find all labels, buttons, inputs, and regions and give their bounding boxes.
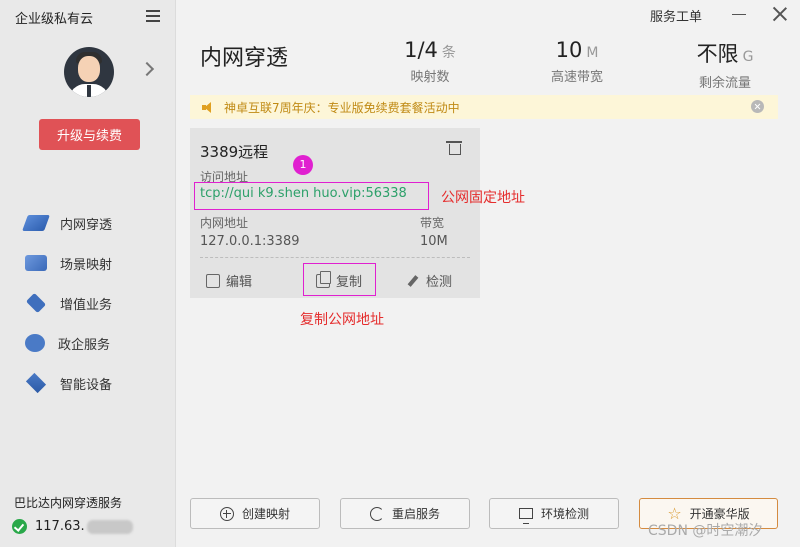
mapping-title: 3389远程 <box>200 143 269 161</box>
test-label: 检测 <box>426 275 453 290</box>
highlight-box-address <box>194 182 429 210</box>
monitor-icon <box>518 508 533 524</box>
annotation-copy-public: 复制公网地址 <box>300 312 384 328</box>
sidebar-item-label: 智能设备 <box>60 377 113 393</box>
stat-unit: M <box>586 45 599 61</box>
sidebar: 企业级私有云 升级与续费 内网穿透 场景映射 增值业务 政企服务 智能设备 巴比… <box>0 0 176 547</box>
cube-icon <box>25 372 47 394</box>
divider <box>200 257 470 258</box>
watermark: CSDN @时空潮汐 <box>648 523 763 539</box>
sidebar-item-value-added[interactable]: 增值业务 <box>0 283 176 323</box>
notice-text: 神卓互联7周年庆：专业版免续费套餐活动中 <box>224 100 460 115</box>
title-bar: 服务工单 <box>176 0 800 30</box>
create-mapping-button[interactable]: 创建映射 <box>190 498 320 529</box>
promo-notice: 神卓互联7周年庆：专业版免续费套餐活动中 <box>190 95 778 119</box>
star-icon: ☆ <box>667 503 682 523</box>
stat-value: 不限 <box>696 42 739 66</box>
highlight-box-copy <box>303 263 376 296</box>
annotation-public-fixed: 公网固定地址 <box>441 190 525 206</box>
stat-unit: G <box>742 49 754 65</box>
service-status: 117.63. <box>12 519 133 534</box>
sidebar-item-enterprise[interactable]: 政企服务 <box>0 323 176 363</box>
restart-icon <box>369 506 384 521</box>
ip-address: 117.63. <box>35 519 85 534</box>
edit-label: 编辑 <box>226 275 253 290</box>
notice-close-icon[interactable] <box>751 100 764 113</box>
menu-icon[interactable] <box>146 10 160 22</box>
internal-address-label: 内网地址 <box>200 216 249 230</box>
sidebar-nav: 内网穿透 场景映射 增值业务 政企服务 智能设备 <box>0 203 176 403</box>
stat-label: 高速带宽 <box>550 70 603 85</box>
trash-icon[interactable] <box>446 139 462 155</box>
restart-service-label: 重启服务 <box>391 507 440 521</box>
probe-icon <box>406 274 420 288</box>
step-marker: 1 <box>293 155 313 175</box>
internal-address: 127.0.0.1:3389 <box>200 234 300 249</box>
ip-redaction <box>86 519 133 534</box>
stat-traffic: 不限 G 剩余流量 <box>685 38 765 91</box>
network-icon <box>22 215 50 231</box>
avatar[interactable] <box>64 47 114 97</box>
stat-label: 映射数 <box>410 70 450 85</box>
sidebar-item-smart-device[interactable]: 智能设备 <box>0 363 176 403</box>
chevron-right-icon[interactable] <box>139 61 155 77</box>
sidebar-item-label: 场景映射 <box>60 257 113 273</box>
brand-title: 企业级私有云 <box>15 12 94 27</box>
diamond-icon <box>25 292 47 314</box>
bandwidth-value: 10M <box>420 234 448 249</box>
check-circle-icon <box>12 519 27 534</box>
test-button[interactable]: 检测 <box>406 271 452 290</box>
sidebar-item-label: 政企服务 <box>58 337 111 353</box>
page-title: 内网穿透 <box>200 46 289 71</box>
stat-label: 剩余流量 <box>698 76 751 91</box>
close-icon[interactable] <box>772 6 788 22</box>
sidebar-item-scene-mapping[interactable]: 场景映射 <box>0 243 176 283</box>
stat-value: 1/4 <box>404 38 438 62</box>
stat-bandwidth: 10 M 高速带宽 <box>540 38 614 85</box>
plus-circle-icon <box>219 506 234 521</box>
restart-service-button[interactable]: 重启服务 <box>340 498 470 529</box>
bandwidth-label: 带宽 <box>420 216 445 230</box>
create-mapping-label: 创建映射 <box>241 507 290 521</box>
mapping-icon <box>25 255 47 271</box>
sidebar-item-label: 内网穿透 <box>60 217 113 233</box>
env-check-button[interactable]: 环境检测 <box>489 498 619 529</box>
service-order-link[interactable]: 服务工单 <box>650 6 702 25</box>
upgrade-renew-button[interactable]: 升级与续费 <box>39 119 140 150</box>
stat-value: 10 <box>555 38 583 62</box>
router-icon <box>25 334 45 352</box>
edit-button[interactable]: 编辑 <box>206 271 252 290</box>
stat-unit: 条 <box>441 45 456 61</box>
edit-icon <box>206 273 220 288</box>
sidebar-item-intranet[interactable]: 内网穿透 <box>0 203 176 243</box>
speaker-icon <box>202 101 214 113</box>
sidebar-item-label: 增值业务 <box>60 297 113 313</box>
minimize-icon[interactable] <box>732 14 746 15</box>
stat-mappings: 1/4 条 映射数 <box>390 38 470 85</box>
service-name: 巴比达内网穿透服务 <box>14 496 123 510</box>
env-check-label: 环境检测 <box>540 507 589 521</box>
